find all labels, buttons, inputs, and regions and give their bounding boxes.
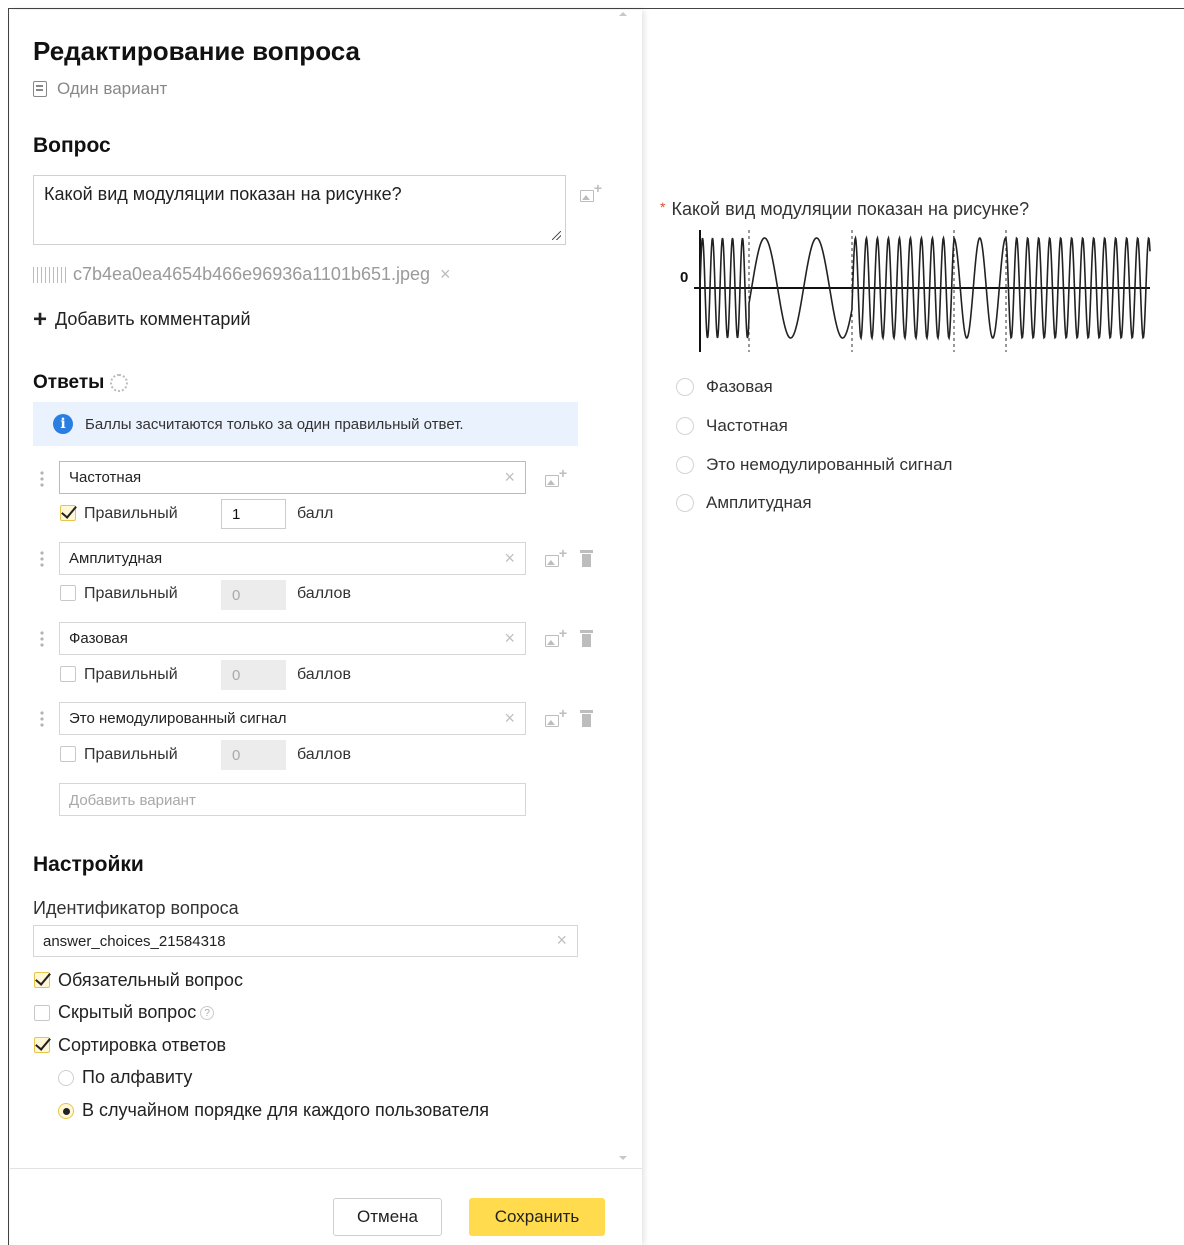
hidden-checkbox[interactable] <box>34 1005 50 1021</box>
question-section-title: Вопрос <box>33 134 111 157</box>
score-input[interactable]: 0 <box>221 580 286 610</box>
modulation-signal-image: 0 <box>680 230 1151 352</box>
correct-label: Правильный <box>84 746 178 763</box>
sort-random-radio[interactable] <box>58 1103 74 1119</box>
add-image-icon[interactable]: + <box>545 466 567 489</box>
required-mark: * <box>660 199 666 215</box>
clear-icon[interactable]: × <box>504 628 515 649</box>
score-unit: балл <box>297 505 334 522</box>
add-image-icon[interactable]: + <box>545 626 567 649</box>
sort-label: Сортировка ответов <box>58 1035 227 1055</box>
score-unit: баллов <box>297 585 351 602</box>
correct-label: Правильный <box>84 666 178 683</box>
score-input[interactable]: 0 <box>221 660 286 690</box>
scroll-down-arrow-icon[interactable] <box>619 1156 627 1160</box>
score-input[interactable]: 0 <box>221 740 286 770</box>
hidden-label: Скрытый вопрос <box>58 1002 197 1022</box>
clear-icon[interactable]: × <box>504 708 515 729</box>
info-icon: i <box>53 414 73 434</box>
score-input[interactable]: 1 <box>221 499 286 529</box>
sort-alpha-label: По алфавиту <box>82 1067 193 1087</box>
question-text-field[interactable]: Какой вид модуляции показан на рисунке? <box>33 175 566 245</box>
trash-icon[interactable] <box>580 550 593 567</box>
question-id-value: answer_choices_21584318 <box>43 933 226 950</box>
question-type-label: Один вариант <box>57 79 168 98</box>
correct-checkbox[interactable] <box>60 746 76 762</box>
info-banner: i Баллы засчитаются только за один прави… <box>33 402 578 446</box>
trash-icon[interactable] <box>580 710 593 727</box>
question-type: Один вариант <box>33 79 167 99</box>
required-label: Обязательный вопрос <box>58 970 243 990</box>
answers-title-text: Ответы <box>33 372 105 393</box>
save-button[interactable]: Сохранить <box>469 1198 605 1236</box>
question-text: Какой вид модуляции показан на рисунке? <box>44 184 402 204</box>
answer-text: Это немодулированный сигнал <box>69 710 287 727</box>
correct-label: Правильный <box>84 585 178 602</box>
answer-input[interactable]: Фазовая × <box>59 622 526 655</box>
correct-checkbox[interactable] <box>60 585 76 601</box>
graph-zero-label: 0 <box>680 269 688 286</box>
correct-label: Правильный <box>84 505 178 522</box>
clear-icon[interactable]: × <box>504 467 515 488</box>
preview-option-label: Фазовая <box>706 377 773 396</box>
clear-icon[interactable]: × <box>504 548 515 569</box>
drag-handle-icon[interactable] <box>40 710 44 728</box>
preview-option-radio[interactable] <box>676 378 694 396</box>
preview-question-text: Какой вид модуляции показан на рисунке? <box>671 199 1030 219</box>
required-checkbox[interactable] <box>34 972 50 988</box>
preview-option-radio[interactable] <box>676 417 694 435</box>
settings-section-title: Настройки <box>33 853 144 876</box>
answer-text: Фазовая <box>69 630 128 647</box>
add-comment-label: Добавить комментарий <box>55 309 251 329</box>
answer-input[interactable]: Амплитудная × <box>59 542 526 575</box>
sort-alpha-radio[interactable] <box>58 1070 74 1086</box>
add-image-icon[interactable]: + <box>545 706 567 729</box>
preview-option-label: Амплитудная <box>706 493 812 512</box>
correct-checkbox[interactable] <box>60 666 76 682</box>
gear-icon[interactable] <box>110 373 129 392</box>
add-image-icon[interactable]: + <box>580 181 602 204</box>
add-variant-input[interactable]: Добавить вариант <box>59 783 526 816</box>
clear-icon[interactable]: × <box>556 930 567 951</box>
attachment-filename: c7b4ea0ea4654b466e96936a1101b651.jpeg <box>73 264 431 284</box>
footer-divider <box>10 1168 642 1169</box>
single-choice-icon <box>33 81 47 97</box>
attachment: c7b4ea0ea4654b466e96936a1101b651.jpeg × <box>33 264 451 285</box>
remove-attachment-icon[interactable]: × <box>440 264 451 285</box>
drag-handle-icon[interactable] <box>40 470 44 488</box>
preview-option-label: Частотная <box>706 416 788 435</box>
answer-input[interactable]: Частотная × <box>59 461 526 494</box>
preview-question: * Какой вид модуляции показан на рисунке? <box>660 199 1029 220</box>
sort-checkbox[interactable] <box>34 1037 50 1053</box>
image-thumbnail-icon <box>33 266 69 283</box>
sort-random-label: В случайном порядке для каждого пользова… <box>82 1100 489 1120</box>
question-id-input[interactable]: answer_choices_21584318 × <box>33 925 578 957</box>
answers-section-title: Ответы <box>33 372 129 394</box>
score-unit: баллов <box>297 666 351 683</box>
cancel-button[interactable]: Отмена <box>333 1198 442 1236</box>
drag-handle-icon[interactable] <box>40 550 44 568</box>
preview-option-radio[interactable] <box>676 494 694 512</box>
question-id-label: Идентификатор вопроса <box>33 898 239 918</box>
help-icon[interactable]: ? <box>200 1006 215 1021</box>
answer-text: Частотная <box>69 469 142 486</box>
page-title: Редактирование вопроса <box>33 36 360 66</box>
editor-scrollbar[interactable] <box>613 10 631 1170</box>
plus-icon: + <box>33 305 48 333</box>
score-unit: баллов <box>297 746 351 763</box>
add-comment-button[interactable]: + Добавить комментарий <box>33 305 251 333</box>
scroll-up-arrow-icon[interactable] <box>619 12 627 16</box>
hidden-question: Скрытый вопрос? <box>58 1002 215 1023</box>
add-image-icon[interactable]: + <box>545 546 567 569</box>
correct-checkbox[interactable] <box>60 505 76 521</box>
trash-icon[interactable] <box>580 630 593 647</box>
answer-input[interactable]: Это немодулированный сигнал × <box>59 702 526 735</box>
preview-option-label: Это немодулированный сигнал <box>706 455 953 474</box>
answer-text: Амплитудная <box>69 550 163 567</box>
resize-handle-icon[interactable] <box>552 231 561 240</box>
info-text: Баллы засчитаются только за один правиль… <box>85 415 464 433</box>
preview-option-radio[interactable] <box>676 456 694 474</box>
drag-handle-icon[interactable] <box>40 630 44 648</box>
